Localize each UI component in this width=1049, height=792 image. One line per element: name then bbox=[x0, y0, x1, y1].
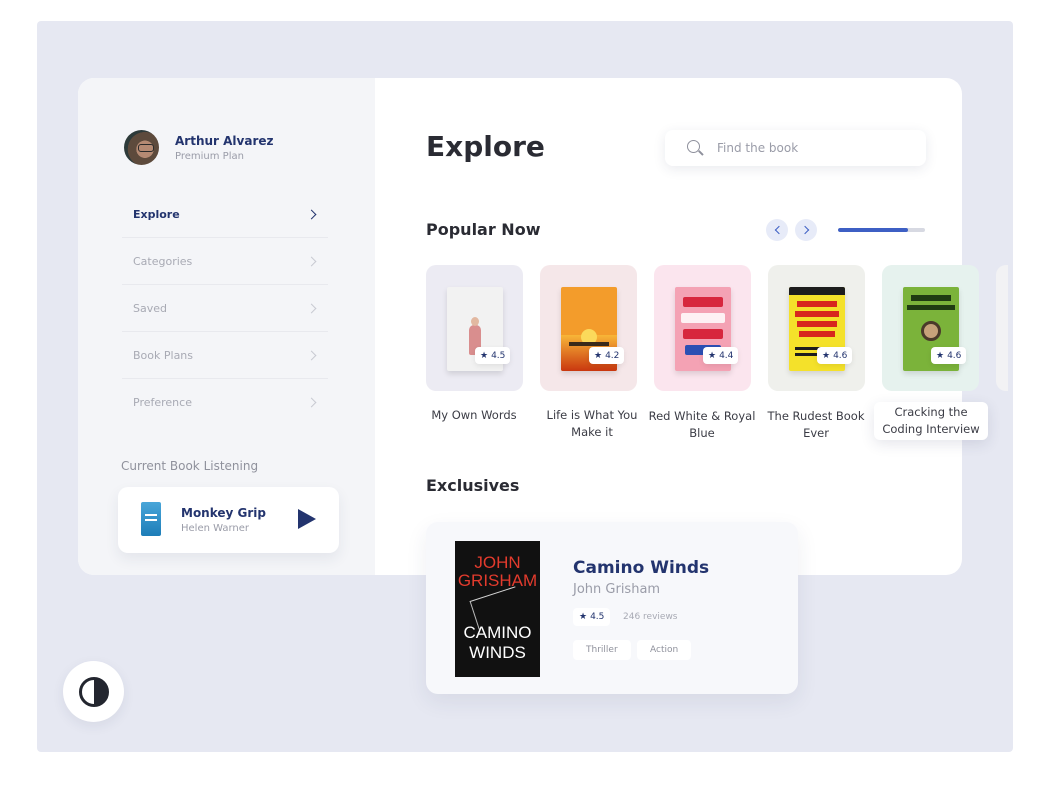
book-card-partial[interactable] bbox=[996, 265, 1008, 391]
sidebar-item-label: Preference bbox=[133, 396, 192, 409]
contrast-icon bbox=[78, 676, 109, 707]
book-title[interactable]: Red White & Royal Blue bbox=[642, 408, 762, 442]
cover-title-text: CAMINO WINDS bbox=[463, 623, 532, 662]
chevron-right-icon bbox=[306, 256, 317, 266]
user-plan: Premium Plan bbox=[175, 151, 244, 162]
rating-value: 4.5 bbox=[491, 350, 506, 361]
page-title: Explore bbox=[426, 130, 545, 163]
carousel-prev-button[interactable] bbox=[766, 219, 788, 241]
rating-badge: ★ 4.2 bbox=[589, 347, 625, 364]
avatar[interactable] bbox=[124, 130, 159, 165]
search-icon bbox=[687, 140, 700, 153]
exclusives-heading: Exclusives bbox=[426, 476, 520, 495]
genre-tag[interactable]: Thriller bbox=[573, 640, 631, 660]
book-card[interactable]: ★ 4.5 bbox=[426, 265, 523, 391]
current-listening-heading: Current Book Listening bbox=[121, 459, 259, 473]
now-playing-card[interactable]: Monkey Grip Helen Warner bbox=[118, 487, 339, 553]
book-card[interactable]: ★ 4.4 bbox=[654, 265, 751, 391]
rating-value: 4.6 bbox=[833, 350, 848, 361]
sidebar: Arthur Alvarez Premium Plan Explore Cate… bbox=[78, 78, 375, 575]
app-window: Arthur Alvarez Premium Plan Explore Cate… bbox=[78, 78, 1008, 575]
chevron-right-icon bbox=[306, 303, 317, 313]
rating-badge: ★ 4.6 bbox=[931, 347, 967, 364]
chevron-right-icon bbox=[306, 350, 317, 360]
theme-toggle-button[interactable] bbox=[63, 661, 124, 722]
exclusive-book-card[interactable]: JOHN GRISHAM CAMINO WINDS Camino Winds J… bbox=[426, 522, 798, 694]
book-title[interactable]: My Own Words bbox=[414, 407, 534, 424]
book-card[interactable]: ★ 4.6 bbox=[882, 265, 979, 391]
carousel-next-button[interactable] bbox=[795, 219, 817, 241]
genre-tag[interactable]: Action bbox=[637, 640, 692, 660]
sidebar-item-label: Categories bbox=[133, 254, 193, 268]
carousel-progress bbox=[838, 228, 925, 232]
rating-badge: ★ 4.6 bbox=[817, 347, 853, 364]
carousel-progress-fill bbox=[838, 228, 908, 232]
rating-badge: ★ 4.5 bbox=[475, 347, 511, 364]
rating-value: 4.6 bbox=[947, 350, 962, 361]
exclusive-book-title: Camino Winds bbox=[573, 558, 710, 578]
book-title[interactable]: The Rudest Book Ever bbox=[756, 408, 876, 442]
cover-author-text: JOHN GRISHAM bbox=[457, 553, 538, 590]
star-icon: ★ bbox=[936, 350, 945, 361]
rating-value: 4.4 bbox=[719, 350, 734, 361]
star-icon: ★ bbox=[708, 350, 717, 361]
sidebar-nav: Explore Categories Saved Book Plans Pref… bbox=[122, 191, 328, 426]
rating-badge: ★ 4.4 bbox=[703, 347, 739, 364]
star-icon: ★ bbox=[594, 350, 603, 361]
popular-now-heading: Popular Now bbox=[426, 220, 541, 239]
review-count: 246 reviews bbox=[623, 612, 678, 622]
now-playing-author: Helen Warner bbox=[181, 523, 250, 534]
book-title[interactable]: Cracking the Coding Interview bbox=[874, 402, 988, 440]
sidebar-item-label: Book Plans bbox=[133, 348, 194, 362]
sidebar-item-explore[interactable]: Explore bbox=[122, 191, 328, 238]
book-card[interactable]: ★ 4.6 bbox=[768, 265, 865, 391]
chevron-left-icon bbox=[774, 225, 783, 235]
star-icon: ★ bbox=[579, 612, 588, 622]
play-icon[interactable] bbox=[298, 509, 316, 529]
sidebar-item-label: Explore bbox=[133, 207, 180, 221]
search-input[interactable] bbox=[717, 139, 907, 157]
rating-value: 4.5 bbox=[590, 612, 605, 622]
chevron-right-icon bbox=[800, 225, 809, 235]
user-name: Arthur Alvarez bbox=[175, 134, 274, 148]
now-playing-title: Monkey Grip bbox=[181, 506, 266, 520]
sidebar-item-label: Saved bbox=[133, 301, 167, 315]
book-cover: JOHN GRISHAM CAMINO WINDS bbox=[455, 541, 540, 677]
book-title[interactable]: Life is What You Make it bbox=[532, 407, 652, 441]
exclusive-book-author: John Grisham bbox=[573, 582, 661, 597]
star-icon: ★ bbox=[480, 350, 489, 361]
sidebar-item-book-plans[interactable]: Book Plans bbox=[122, 332, 328, 379]
book-cover-thumbnail bbox=[141, 502, 161, 536]
star-icon: ★ bbox=[822, 350, 831, 361]
sidebar-item-preference[interactable]: Preference bbox=[122, 379, 328, 426]
search-box[interactable] bbox=[665, 130, 926, 166]
book-card[interactable]: ★ 4.2 bbox=[540, 265, 637, 391]
rating-value: 4.2 bbox=[605, 350, 620, 361]
chevron-right-icon bbox=[306, 397, 317, 408]
sidebar-item-saved[interactable]: Saved bbox=[122, 285, 328, 332]
rating-badge: ★ 4.5 bbox=[573, 608, 611, 626]
chevron-right-icon bbox=[306, 209, 317, 219]
sidebar-item-categories[interactable]: Categories bbox=[122, 238, 328, 285]
